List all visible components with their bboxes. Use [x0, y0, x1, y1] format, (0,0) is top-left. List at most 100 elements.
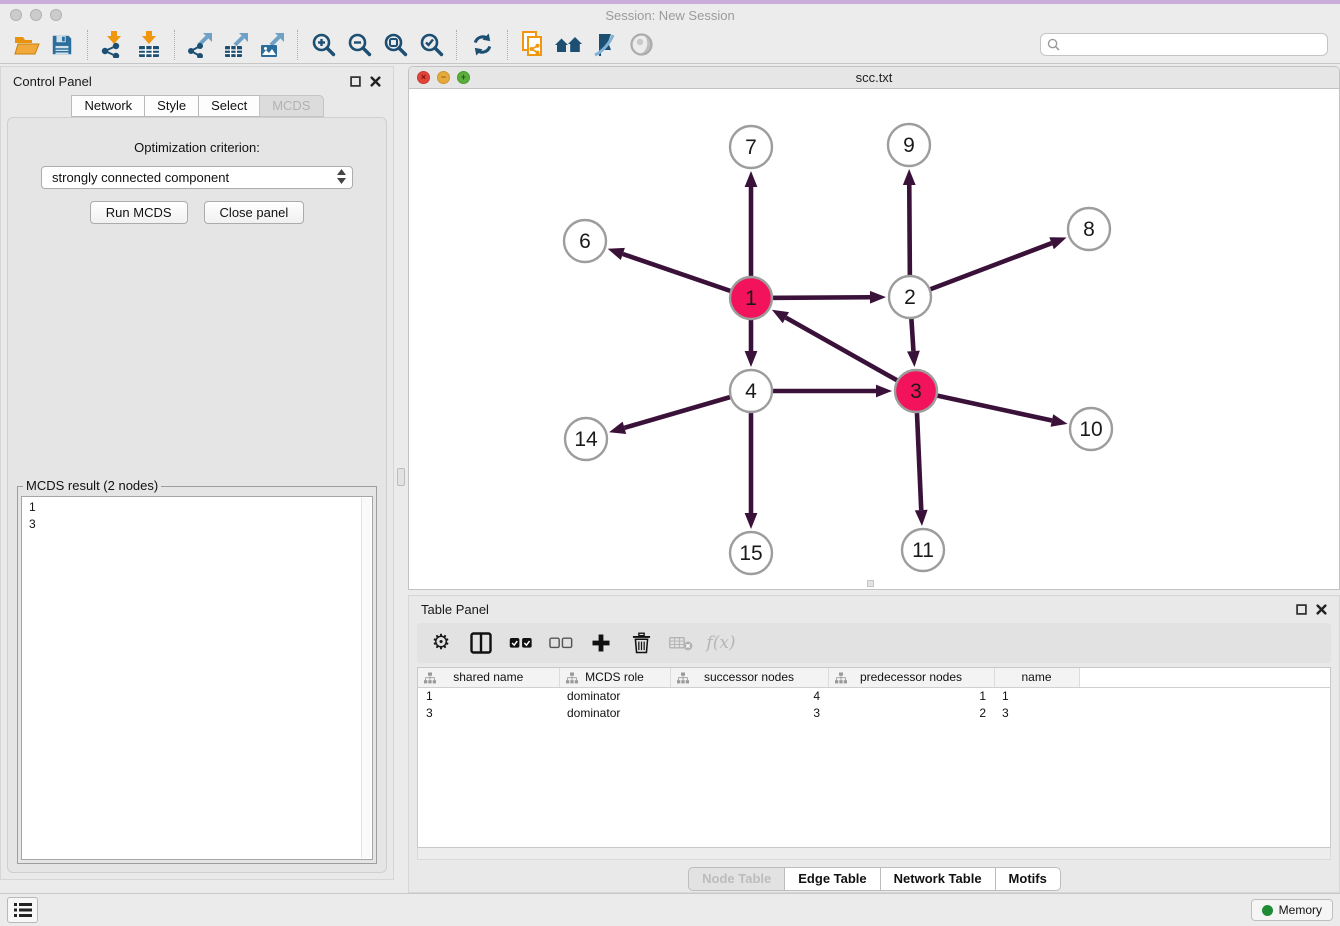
import-table-button[interactable] [131, 29, 167, 61]
toolbar-separator [507, 30, 508, 60]
graph-edge-arrowhead [745, 513, 758, 529]
table-row[interactable]: 3dominator323 [418, 704, 1330, 721]
canvas-resize-grip[interactable] [867, 580, 874, 587]
table-row[interactable]: 1dominator411 [418, 687, 1330, 704]
close-panel-button[interactable] [369, 75, 381, 87]
node-table: shared name MCDS role successor nodes pr… [417, 667, 1331, 848]
table-tabs: Node Table Edge Table Network Table Moti… [409, 867, 1339, 891]
network-minimize-button[interactable]: − [437, 71, 450, 84]
column-header-predecessor-nodes[interactable]: predecessor nodes [828, 668, 994, 687]
network-view-window: × − + scc.txt 7968124314101511 [408, 66, 1340, 590]
task-history-button[interactable] [7, 897, 38, 923]
graph-edge-3-1[interactable] [786, 318, 916, 391]
graph-node-label-14: 14 [574, 428, 598, 451]
float-icon [1296, 604, 1307, 615]
graph-edge-arrowhead [745, 351, 758, 367]
table-cell: 1 [994, 687, 1079, 704]
table-cell: dominator [559, 687, 670, 704]
close-panel-action-button[interactable]: Close panel [204, 201, 305, 224]
import-network-icon [100, 31, 126, 58]
apply-function-button[interactable]: f(x) [709, 631, 733, 655]
mcds-panel-body: Optimization criterion: strongly connect… [7, 117, 387, 873]
delete-row-button[interactable] [629, 631, 653, 655]
graph-edge-arrowhead [876, 385, 892, 398]
column-settings-button[interactable]: ⚙ [429, 631, 453, 655]
panel-splitter[interactable] [394, 64, 408, 893]
select-all-icon [509, 637, 533, 649]
search-field[interactable] [1040, 33, 1328, 56]
zoom-out-button[interactable] [341, 29, 377, 61]
tab-edge-table[interactable]: Edge Table [784, 867, 880, 891]
export-table-icon [223, 32, 249, 58]
tab-mcds[interactable]: MCDS [259, 95, 323, 117]
export-image-button[interactable] [254, 29, 290, 61]
tab-network[interactable]: Network [71, 95, 145, 117]
select-all-button[interactable] [509, 631, 533, 655]
unselect-all-button[interactable] [549, 631, 573, 655]
list-icon [14, 902, 32, 918]
duplicate-network-button[interactable] [515, 29, 551, 61]
tab-network-table[interactable]: Network Table [880, 867, 996, 891]
export-network-button[interactable] [182, 29, 218, 61]
splitter-grip[interactable] [397, 468, 405, 486]
mcds-result-title: MCDS result (2 nodes) [23, 478, 161, 493]
column-header-mcds-role[interactable]: MCDS role [559, 668, 670, 687]
delete-table-button[interactable] [669, 631, 693, 655]
table-cell: 3 [418, 704, 559, 721]
zoom-out-icon [347, 32, 372, 57]
export-table-button[interactable] [218, 29, 254, 61]
networks-home-button[interactable] [551, 29, 587, 61]
graph-edge-arrowhead [609, 422, 626, 434]
add-row-button[interactable] [589, 631, 613, 655]
zoom-in-button[interactable] [305, 29, 341, 61]
network-graph: 7968124314101511 [409, 89, 1339, 589]
network-zoom-button[interactable]: + [457, 71, 470, 84]
run-mcds-button[interactable]: Run MCDS [90, 201, 188, 224]
right-column: × − + scc.txt 7968124314101511 Table Pan… [408, 66, 1340, 893]
tab-style[interactable]: Style [144, 95, 199, 117]
result-scrollbar[interactable] [361, 498, 371, 858]
criterion-selected-value: strongly connected component [52, 170, 229, 185]
export-network-icon [187, 32, 213, 58]
graph-node-label-15: 15 [739, 542, 762, 565]
search-input[interactable] [1064, 38, 1321, 52]
graph-edge-arrowhead [1049, 237, 1066, 249]
column-header-successor-nodes[interactable]: successor nodes [670, 668, 828, 687]
graph-edge-2-8[interactable] [910, 243, 1052, 297]
network-close-button[interactable]: × [417, 71, 430, 84]
tab-motifs[interactable]: Motifs [995, 867, 1061, 891]
show-columns-button[interactable] [469, 631, 493, 655]
criterion-dropdown[interactable]: strongly connected component [41, 166, 353, 189]
save-session-button[interactable] [44, 29, 80, 61]
close-table-panel-button[interactable] [1315, 603, 1327, 615]
graph-edge-arrowhead [608, 248, 625, 260]
table-cell: 3 [994, 704, 1079, 721]
graph-edge-arrowhead [1051, 414, 1068, 427]
zoom-fit-button[interactable] [377, 29, 413, 61]
table-cell: 3 [670, 704, 828, 721]
refresh-view-button[interactable] [464, 29, 500, 61]
open-folder-icon [13, 33, 40, 57]
mcds-result-area[interactable]: 1 3 [21, 496, 373, 860]
column-header-name[interactable]: name [994, 668, 1079, 687]
bird-eye-view-button[interactable] [623, 29, 659, 61]
hierarchy-icon [835, 672, 847, 687]
memory-button[interactable]: Memory [1251, 899, 1333, 921]
tab-node-table[interactable]: Node Table [688, 867, 785, 891]
open-session-button[interactable] [8, 29, 44, 61]
toolbar-separator [174, 30, 175, 60]
import-network-button[interactable] [95, 29, 131, 61]
tab-select[interactable]: Select [198, 95, 260, 117]
graph-node-label-9: 9 [903, 134, 915, 157]
network-window-titlebar[interactable]: × − + scc.txt [409, 67, 1339, 89]
float-panel-button[interactable] [349, 75, 361, 87]
control-panel-header: Control Panel [1, 67, 393, 95]
main-toolbar [0, 26, 1340, 64]
memory-label: Memory [1279, 903, 1322, 917]
hide-graphics-details-button[interactable] [587, 29, 623, 61]
float-table-panel-button[interactable] [1295, 603, 1307, 615]
zoom-selected-button[interactable] [413, 29, 449, 61]
table-horizontal-scrollbar[interactable] [417, 848, 1331, 860]
column-header-shared-name[interactable]: shared name [418, 668, 559, 687]
network-canvas[interactable]: 7968124314101511 [409, 89, 1339, 589]
